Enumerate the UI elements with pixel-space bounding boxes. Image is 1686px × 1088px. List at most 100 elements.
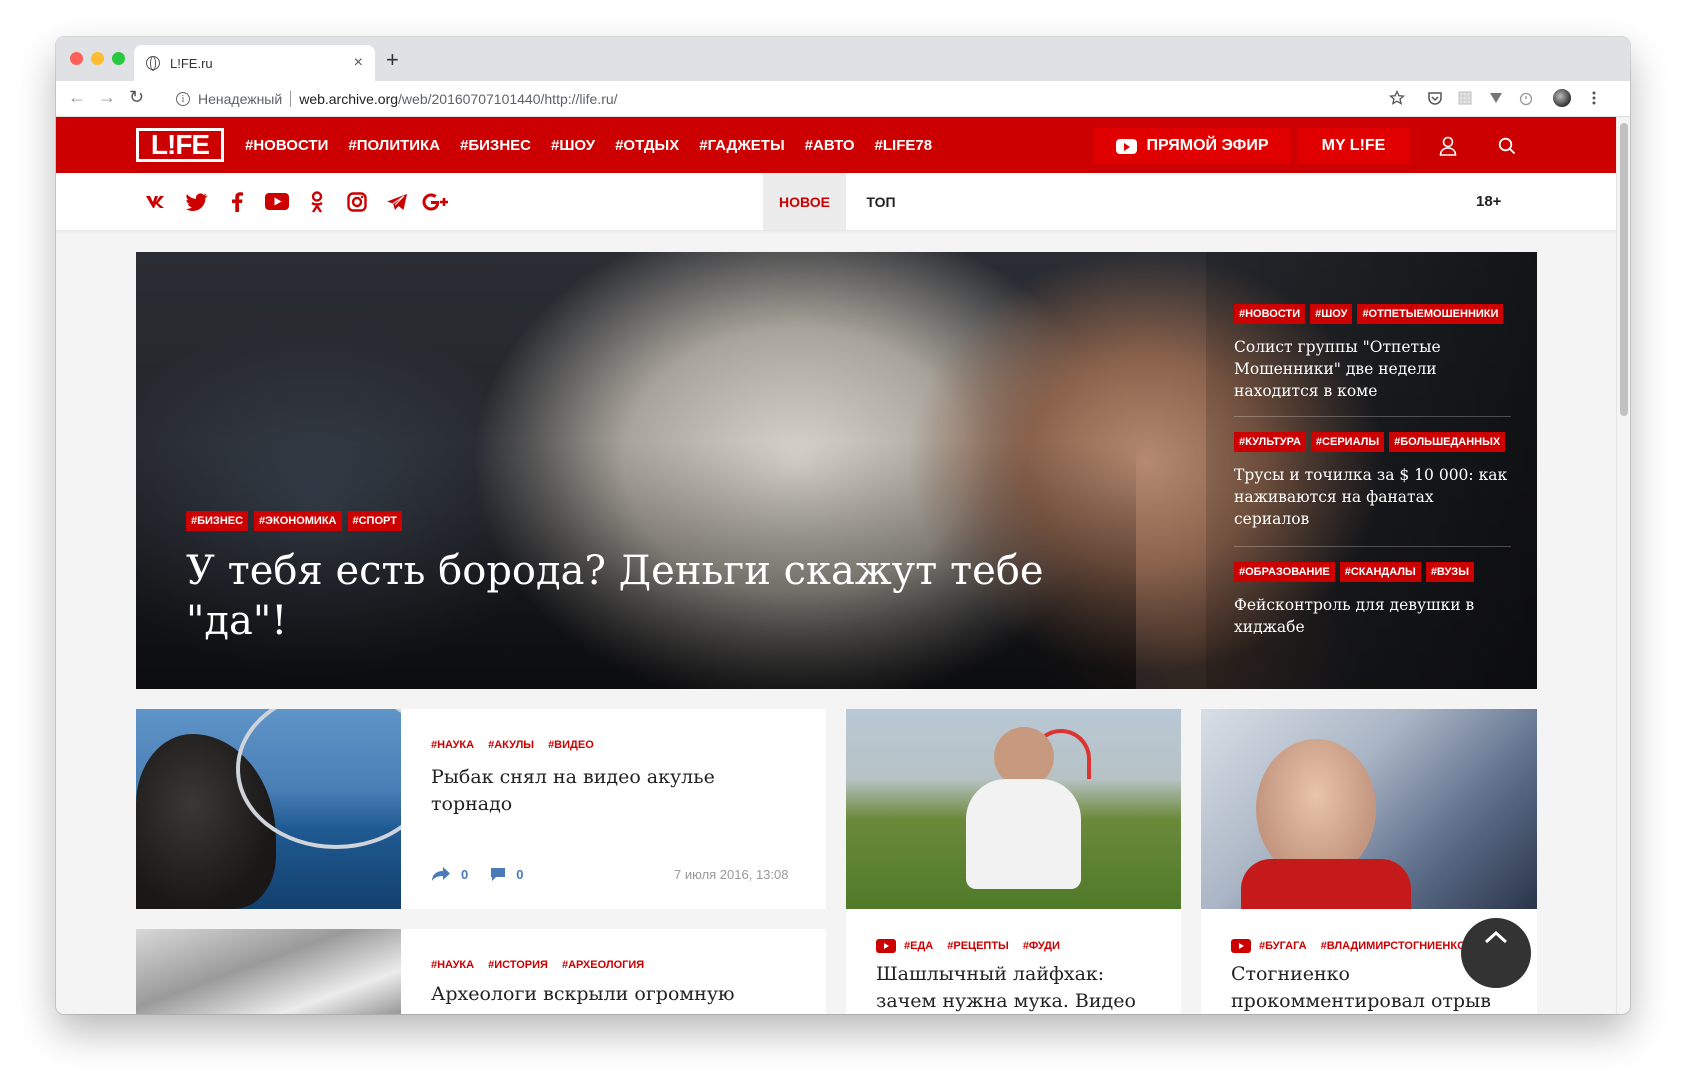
timer-extension-icon[interactable] xyxy=(1518,90,1534,106)
hero-banner[interactable]: #БИЗНЕС #ЭКОНОМИКА #СПОРТ У тебя есть бо… xyxy=(136,252,1537,689)
more-menu-icon[interactable] xyxy=(1586,90,1602,106)
side-story-title[interactable]: Фейсконтроль для девушки в хиджабе xyxy=(1234,594,1511,638)
address-bar[interactable]: i Ненадежный web.archive.org /web/201607… xyxy=(162,85,1466,113)
tag[interactable]: #КУЛЬТУРА xyxy=(1234,432,1306,452)
back-button[interactable]: ← xyxy=(68,87,86,108)
side-story[interactable]: #КУЛЬТУРА #СЕРИАЛЫ #БОЛЬШЕДАННЫХ Трусы и… xyxy=(1234,432,1511,530)
side-story-title[interactable]: Трусы и точилка за $ 10 000: как наживаю… xyxy=(1234,464,1511,530)
live-stream-button[interactable]: ПРЯМОЙ ЭФИР xyxy=(1093,128,1291,164)
odnoklassniki-icon[interactable] xyxy=(297,173,337,230)
tag[interactable]: #ЕДА xyxy=(904,940,933,952)
search-icon[interactable] xyxy=(1498,137,1516,155)
tag[interactable]: #АРХЕОЛОГИЯ xyxy=(562,959,644,971)
news-card[interactable]: #НАУКА #АКУЛЫ #ВИДЕО Рыбак снял на видео… xyxy=(136,709,826,909)
tag[interactable]: #ИСТОРИЯ xyxy=(488,959,548,971)
tab-close-icon[interactable]: × xyxy=(354,54,363,72)
video-icon xyxy=(1231,939,1251,953)
facebook-icon[interactable] xyxy=(217,173,257,230)
google-plus-icon[interactable] xyxy=(417,173,457,230)
side-story-tags: #ОБРАЗОВАНИЕ #СКАНДАЛЫ #ВУЗЫ xyxy=(1234,562,1511,582)
side-story[interactable]: #ОБРАЗОВАНИЕ #СКАНДАЛЫ #ВУЗЫ Фейсконтрол… xyxy=(1234,562,1511,638)
browser-tab[interactable]: L!FE.ru × xyxy=(134,45,375,81)
share-icon[interactable] xyxy=(431,866,451,882)
side-story-tags: #КУЛЬТУРА #СЕРИАЛЫ #БОЛЬШЕДАННЫХ xyxy=(1234,432,1511,452)
twitter-icon[interactable] xyxy=(177,173,217,230)
card-image-face xyxy=(1256,739,1376,879)
nav-link[interactable]: #НОВОСТИ xyxy=(245,137,328,154)
instagram-icon[interactable] xyxy=(337,173,377,230)
news-card[interactable]: #НАУКА #ИСТОРИЯ #АРХЕОЛОГИЯ Археологи вс… xyxy=(136,929,826,1014)
tag[interactable]: #БИЗНЕС xyxy=(186,511,249,531)
new-tab-button[interactable]: + xyxy=(386,47,399,73)
tab-top[interactable]: ТОП xyxy=(846,173,916,230)
profile-avatar[interactable] xyxy=(1553,89,1571,107)
news-card[interactable]: #ЕДА #РЕЦЕПТЫ #ФУДИ Шашлычный лайфхак: з… xyxy=(846,709,1181,1014)
tag[interactable]: #АКУЛЫ xyxy=(488,739,534,751)
nav-link[interactable]: #БИЗНЕС xyxy=(460,137,531,154)
card-stats: 0 0 xyxy=(431,866,523,882)
url-domain: web.archive.org xyxy=(299,91,399,107)
vk-icon[interactable] xyxy=(137,173,177,230)
tag[interactable]: #БУГАГА xyxy=(1259,940,1307,952)
side-story[interactable]: #НОВОСТИ #ШОУ #ОТПЕТЫЕМОШЕННИКИ Солист г… xyxy=(1234,304,1511,402)
pocket-icon[interactable] xyxy=(1427,90,1443,106)
nav-link[interactable]: #ГАДЖЕТЫ xyxy=(699,137,784,154)
close-window-button[interactable] xyxy=(70,52,83,65)
tag[interactable]: #ВУЗЫ xyxy=(1425,562,1474,582)
tag[interactable]: #ВЛАДИМИРСТОГНИЕНКО xyxy=(1321,940,1466,952)
tag[interactable]: #ШОУ xyxy=(1310,304,1353,324)
tag[interactable]: #НАУКА xyxy=(431,739,474,751)
card-title[interactable]: Археологи вскрыли огромную сеть xyxy=(431,981,771,1014)
card-title[interactable]: Рыбак снял на видео акулье торнадо xyxy=(431,764,761,818)
card-title[interactable]: Шашлычный лайфхак: зачем нужна мука. Вид… xyxy=(876,961,1166,1014)
tag[interactable]: #СЕРИАЛЫ xyxy=(1310,432,1385,452)
scrollbar-thumb[interactable] xyxy=(1620,123,1628,416)
telegram-icon[interactable] xyxy=(377,173,417,230)
extension-grid-icon[interactable] xyxy=(1457,90,1473,106)
nav-link[interactable]: #ПОЛИТИКА xyxy=(348,137,440,154)
maximize-window-button[interactable] xyxy=(112,52,125,65)
tag[interactable]: #СПОРТ xyxy=(347,511,402,531)
nav-link[interactable]: #АВТО xyxy=(805,137,855,154)
reload-button[interactable]: ↻ xyxy=(129,87,144,108)
scroll-to-top-button[interactable] xyxy=(1461,918,1531,988)
nav-link[interactable]: #ОТДЫХ xyxy=(615,137,679,154)
site-header: L!FE #НОВОСТИ #ПОЛИТИКА #БИЗНЕС #ШОУ #ОТ… xyxy=(56,117,1616,173)
tag[interactable]: #НАУКА xyxy=(431,959,474,971)
vpn-extension-icon[interactable] xyxy=(1488,90,1504,106)
minimize-window-button[interactable] xyxy=(91,52,104,65)
tab-new[interactable]: НОВОЕ xyxy=(763,173,846,230)
hero-tags: #БИЗНЕС #ЭКОНОМИКА #СПОРТ xyxy=(186,511,402,531)
divider xyxy=(1234,546,1511,547)
bookmark-star-icon[interactable] xyxy=(1389,90,1405,106)
sub-navigation: НОВОЕ ТОП 18+ xyxy=(56,173,1616,230)
tag[interactable]: #ОБРАЗОВАНИЕ xyxy=(1234,562,1335,582)
comment-icon[interactable] xyxy=(490,867,506,882)
live-stream-label: ПРЯМОЙ ЭФИР xyxy=(1146,137,1269,154)
my-life-button[interactable]: MY L!FE xyxy=(1297,128,1410,164)
side-story-title[interactable]: Солист группы "Отпетые Мошенники" две не… xyxy=(1234,336,1511,402)
tag[interactable]: #СКАНДАЛЫ xyxy=(1339,562,1421,582)
life-logo[interactable]: L!FE xyxy=(136,128,224,162)
share-count: 0 xyxy=(461,866,469,882)
hero-headline[interactable]: У тебя есть борода? Деньги скажут тебе "… xyxy=(186,546,1116,646)
nav-link[interactable]: #ШОУ xyxy=(551,137,595,154)
youtube-play-icon xyxy=(1115,138,1137,154)
browser-window: L!FE.ru × + ← → ↻ i Ненадежный web.archi… xyxy=(56,37,1630,1014)
tag[interactable]: #ВИДЕО xyxy=(548,739,594,751)
card-image xyxy=(136,929,401,1014)
user-icon[interactable] xyxy=(1439,136,1457,156)
forward-button[interactable]: → xyxy=(98,87,116,108)
tag[interactable]: #БОЛЬШЕДАННЫХ xyxy=(1389,432,1506,452)
info-icon[interactable]: i xyxy=(176,92,190,106)
youtube-icon[interactable] xyxy=(257,173,297,230)
tag[interactable]: #ФУДИ xyxy=(1023,940,1060,952)
tag[interactable]: #ОТПЕТЫЕМОШЕННИКИ xyxy=(1357,304,1504,324)
card-image-head xyxy=(994,727,1054,787)
tag[interactable]: #НОВОСТИ xyxy=(1234,304,1306,324)
tag[interactable]: #РЕЦЕПТЫ xyxy=(947,940,1009,952)
page-scrollbar[interactable] xyxy=(1616,117,1630,1014)
tag[interactable]: #ЭКОНОМИКА xyxy=(254,511,342,531)
nav-link[interactable]: #LIFE78 xyxy=(875,137,933,154)
card-image-shirt xyxy=(1241,859,1411,909)
